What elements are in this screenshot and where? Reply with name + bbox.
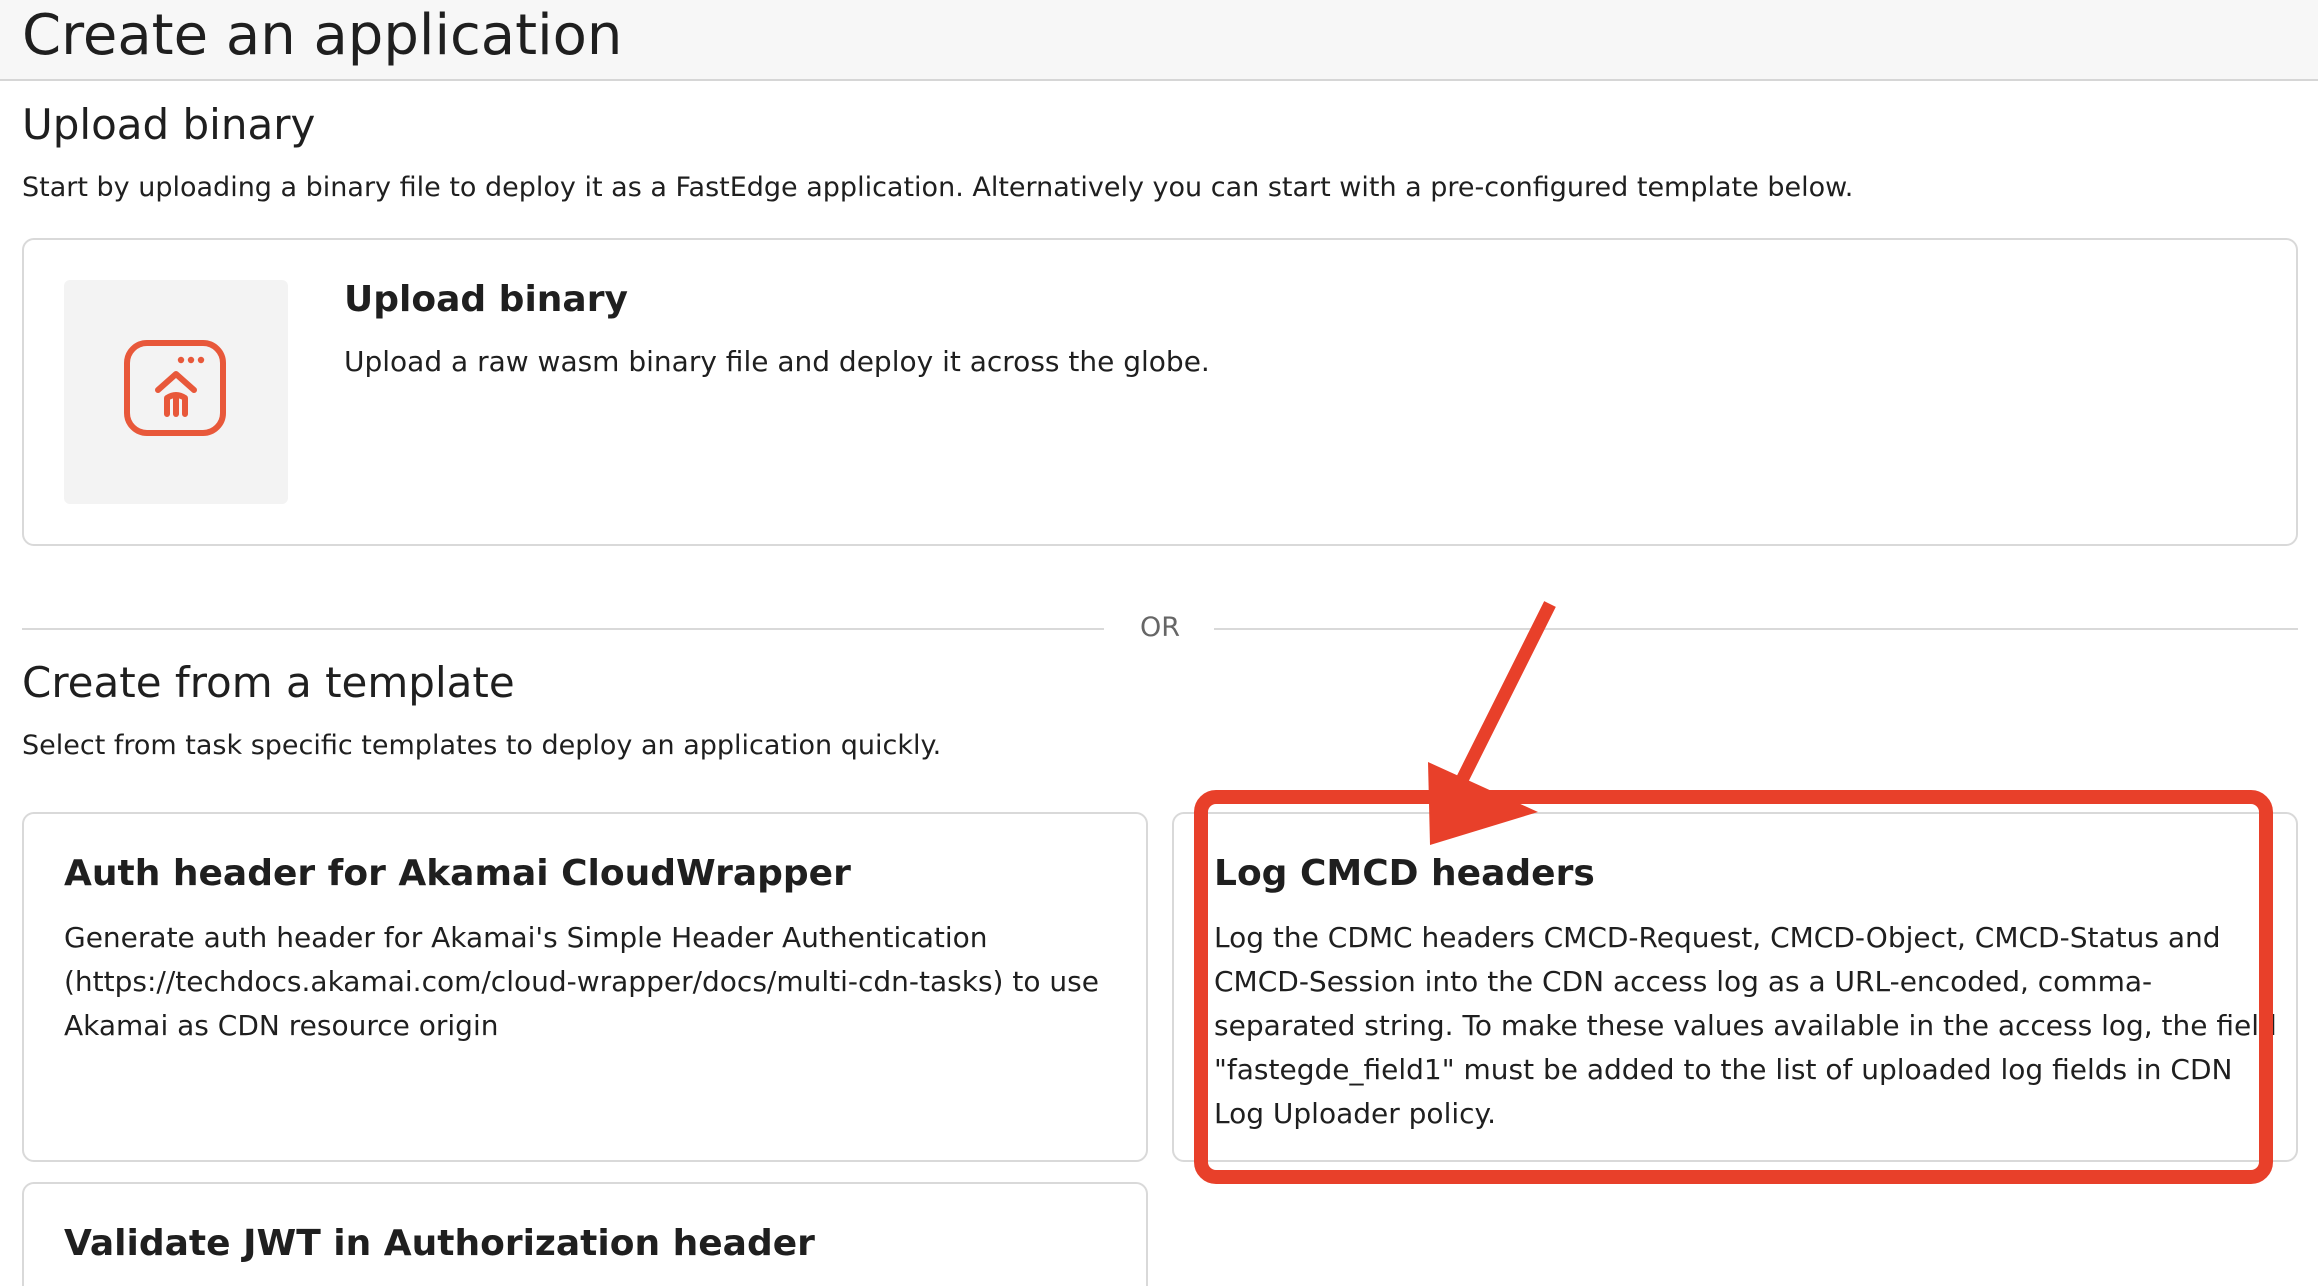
template-card-title: Auth header for Akamai CloudWrapper	[64, 853, 851, 894]
upload-section-description: Start by uploading a binary file to depl…	[22, 172, 1854, 203]
divider-line-left	[22, 628, 1104, 630]
page-title: Create an application	[22, 3, 623, 68]
upload-icon-tile	[64, 280, 288, 504]
template-card-description: Log the CDMC headers CMCD-Request, CMCD-…	[1214, 921, 2277, 1130]
upload-card-title: Upload binary	[344, 279, 628, 320]
upload-file-icon	[124, 340, 226, 436]
template-card-title: Log CMCD headers	[1214, 853, 1595, 894]
or-divider-label: OR	[1139, 612, 1180, 643]
upload-binary-card[interactable]: Upload binary Upload a raw wasm binary f…	[22, 238, 2298, 546]
template-section-title: Create from a template	[22, 658, 515, 707]
upload-card-description: Upload a raw wasm binary file and deploy…	[344, 345, 1210, 378]
template-card-akamai-auth[interactable]: Auth header for Akamai CloudWrapper Gene…	[22, 812, 1148, 1162]
page-header: Create an application	[0, 0, 2318, 81]
divider-line-right	[1214, 628, 2298, 630]
template-card-log-cmcd[interactable]: Log CMCD headers Log the CDMC headers CM…	[1172, 812, 2298, 1162]
create-application-page: Create an application Upload binary Star…	[0, 0, 2318, 1286]
template-card-validate-jwt[interactable]: Validate JWT in Authorization header	[22, 1182, 1148, 1286]
template-card-description: Generate auth header for Akamai's Simple…	[64, 921, 1099, 1042]
template-card-title: Validate JWT in Authorization header	[64, 1223, 815, 1264]
template-section-description: Select from task specific templates to d…	[22, 730, 942, 761]
upload-section-title: Upload binary	[22, 100, 316, 149]
